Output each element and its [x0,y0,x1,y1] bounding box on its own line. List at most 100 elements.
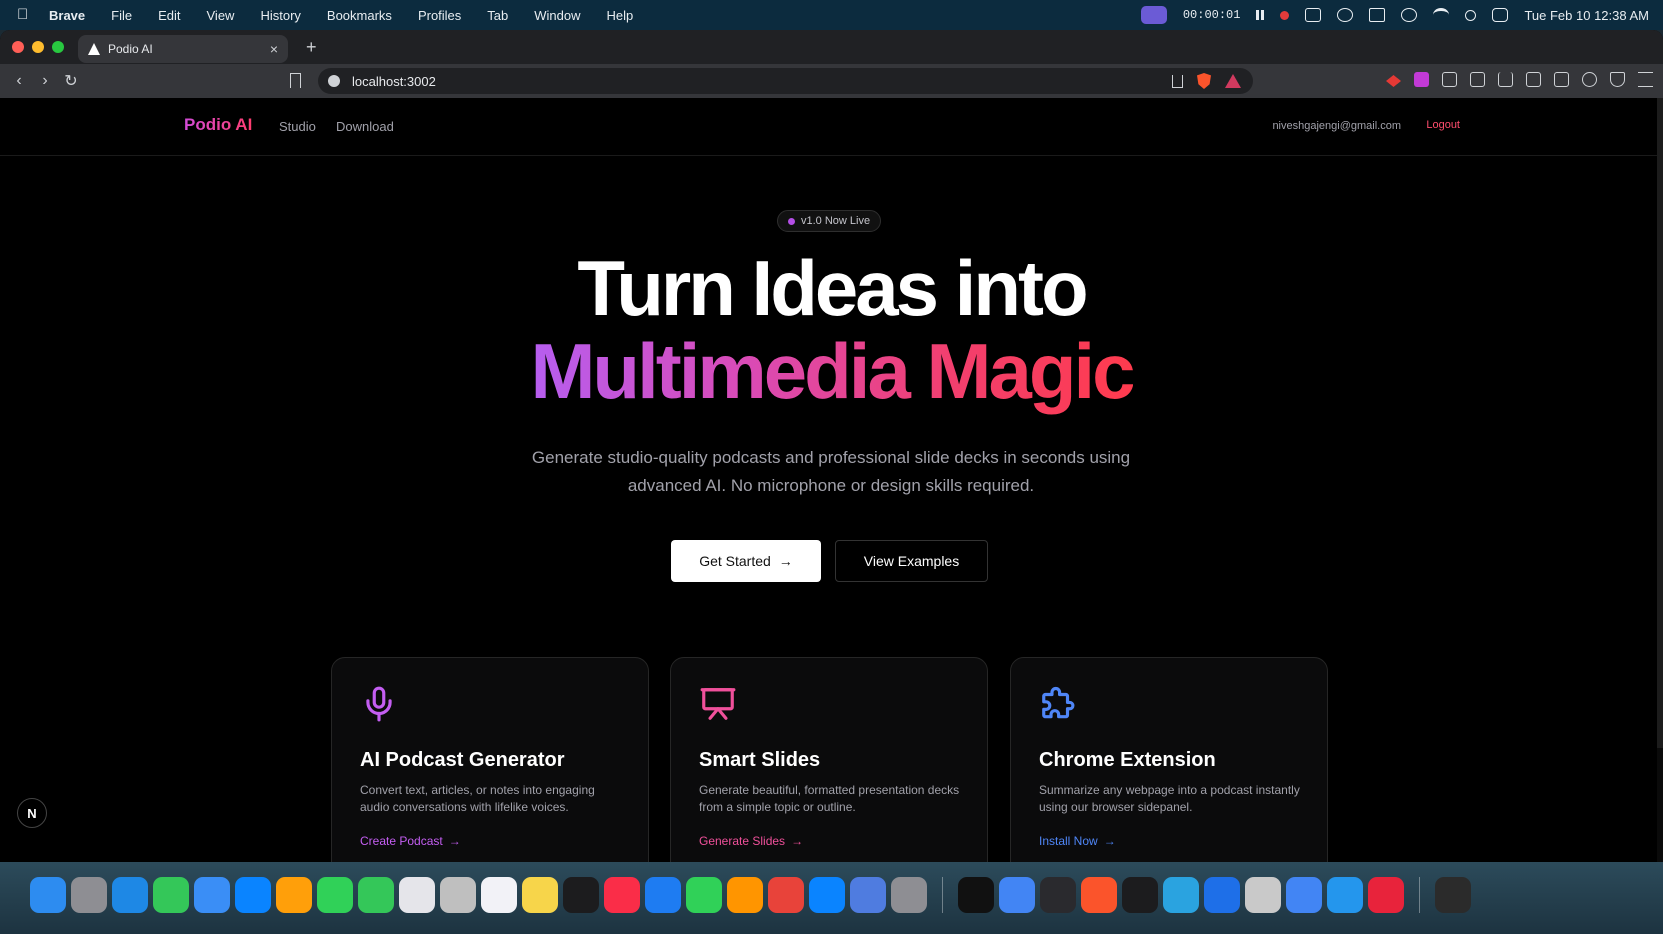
dock-app-icon[interactable] [1122,877,1158,913]
dock-app-icon[interactable] [1368,877,1404,913]
site-info-icon[interactable] [328,75,340,87]
vpn-shield-icon[interactable] [1610,72,1625,87]
brave-shields-icon[interactable] [1197,73,1211,89]
dock-app-icon[interactable] [112,877,148,913]
wifi-icon[interactable] [1433,8,1450,22]
menu-tab[interactable]: Tab [487,8,508,23]
dock-app-icon[interactable] [604,877,640,913]
leo-ai-icon[interactable] [1582,72,1597,87]
menu-view[interactable]: View [207,8,235,23]
dock-app-icon[interactable] [958,877,994,913]
address-bar[interactable]: localhost:3002 [318,68,1253,94]
close-window-button[interactable] [12,41,24,53]
dock-app-icon[interactable] [850,877,886,913]
create-podcast-link[interactable]: Create Podcast → [360,834,620,848]
brave-rewards-icon[interactable] [1225,74,1241,88]
dock-app-icon[interactable] [645,877,681,913]
dock-app-icon[interactable] [768,877,804,913]
dock-app-icon[interactable] [1286,877,1322,913]
hero-subtitle: Generate studio-quality podcasts and pro… [531,448,1131,495]
dock-app-icon[interactable] [809,877,845,913]
download-icon[interactable] [1498,72,1513,87]
menu-window[interactable]: Window [534,8,580,23]
feature-card-podcast: AI Podcast Generator Convert text, artic… [331,657,649,862]
forward-icon[interactable]: › [32,72,58,90]
menu-help[interactable]: Help [607,8,634,23]
sidebar-icon[interactable] [1526,72,1541,87]
menu-profiles[interactable]: Profiles [418,8,461,23]
dock-app-icon[interactable] [1081,877,1117,913]
feature-card-extension: Chrome Extension Summarize any webpage i… [1010,657,1328,862]
menu-app-name[interactable]: Brave [49,8,85,23]
nav-link-download[interactable]: Download [336,119,394,134]
back-icon[interactable]: ‹ [6,72,32,90]
stop-recording-icon[interactable] [1280,10,1290,20]
dock-app-icon[interactable] [727,877,763,913]
translate-icon[interactable] [1470,72,1485,87]
dock-app-icon[interactable] [1245,877,1281,913]
bookmark-icon[interactable] [290,73,301,88]
control-center-icon[interactable] [1492,8,1509,22]
menu-file[interactable]: File [111,8,132,23]
install-now-label: Install Now [1039,834,1098,848]
hero-title-gradient-text: Multimedia Magic [530,327,1135,415]
site-logo[interactable]: Podio AI [184,115,252,135]
new-tab-button[interactable]: + [306,37,317,58]
install-now-link[interactable]: Install Now → [1039,834,1299,848]
wallet-icon[interactable] [1554,72,1569,87]
time-machine-icon[interactable] [1337,8,1354,22]
arrow-right-icon: → [778,553,793,569]
dock-app-icon[interactable] [686,877,722,913]
share-icon[interactable] [1172,74,1183,88]
dock-app-icon[interactable] [522,877,558,913]
dock-app-icon[interactable] [563,877,599,913]
minimize-window-button[interactable] [32,41,44,53]
menubar-clock[interactable]: Tue Feb 10 12:38 AM [1524,8,1649,23]
dock-app-icon[interactable] [30,877,66,913]
battery-icon[interactable] [1369,8,1386,22]
apple-icon[interactable]:  [17,7,31,23]
nav-link-studio[interactable]: Studio [279,119,316,134]
extension-red-icon[interactable] [1386,75,1401,87]
extension-purple-icon[interactable] [1414,72,1429,87]
dock-app-icon[interactable] [358,877,394,913]
menu-history[interactable]: History [260,8,300,23]
menu-hamburger-icon[interactable] [1638,72,1653,87]
dock-app-icon[interactable] [399,877,435,913]
pause-icon[interactable] [1256,10,1265,20]
extensions-puzzle-icon[interactable] [1442,72,1457,87]
menu-edit[interactable]: Edit [158,8,180,23]
spotlight-search-icon[interactable] [1465,9,1477,21]
dock-app-icon[interactable] [999,877,1035,913]
dock-app-icon[interactable] [440,877,476,913]
tab-podio-ai[interactable]: Podio AI × [78,35,288,63]
dock-app-icon[interactable] [1163,877,1199,913]
url-text[interactable]: localhost:3002 [352,74,436,89]
status-app-icon[interactable] [1305,8,1322,22]
dock-app-icon[interactable] [317,877,353,913]
reload-icon[interactable]: ↻ [58,71,84,91]
page-scrollbar[interactable] [1657,98,1663,862]
nextjs-dev-tools-button[interactable]: N [17,798,47,828]
dock-app-icon[interactable] [235,877,271,913]
screen-recorder-icon[interactable] [1140,6,1167,24]
logout-button[interactable]: Logout [1426,119,1460,131]
close-tab-icon[interactable]: × [270,41,278,57]
dock-app-icon[interactable] [194,877,230,913]
dock-app-icon[interactable] [1327,877,1363,913]
maximize-window-button[interactable] [52,41,64,53]
dock-app-icon[interactable] [276,877,312,913]
dock-app-icon[interactable] [71,877,107,913]
dock-app-icon[interactable] [1204,877,1240,913]
dock-app-icon[interactable] [1435,877,1471,913]
dock-app-icon[interactable] [153,877,189,913]
view-examples-button[interactable]: View Examples [835,540,988,582]
generate-slides-link[interactable]: Generate Slides → [699,834,959,848]
menu-bookmarks[interactable]: Bookmarks [327,8,392,23]
dock-app-icon[interactable] [481,877,517,913]
dock-app-icon[interactable] [1040,877,1076,913]
vpn-icon[interactable] [1401,8,1418,22]
dock-app-icon[interactable] [891,877,927,913]
get-started-button[interactable]: Get Started → [671,540,821,582]
scrollbar-thumb[interactable] [1657,98,1663,748]
